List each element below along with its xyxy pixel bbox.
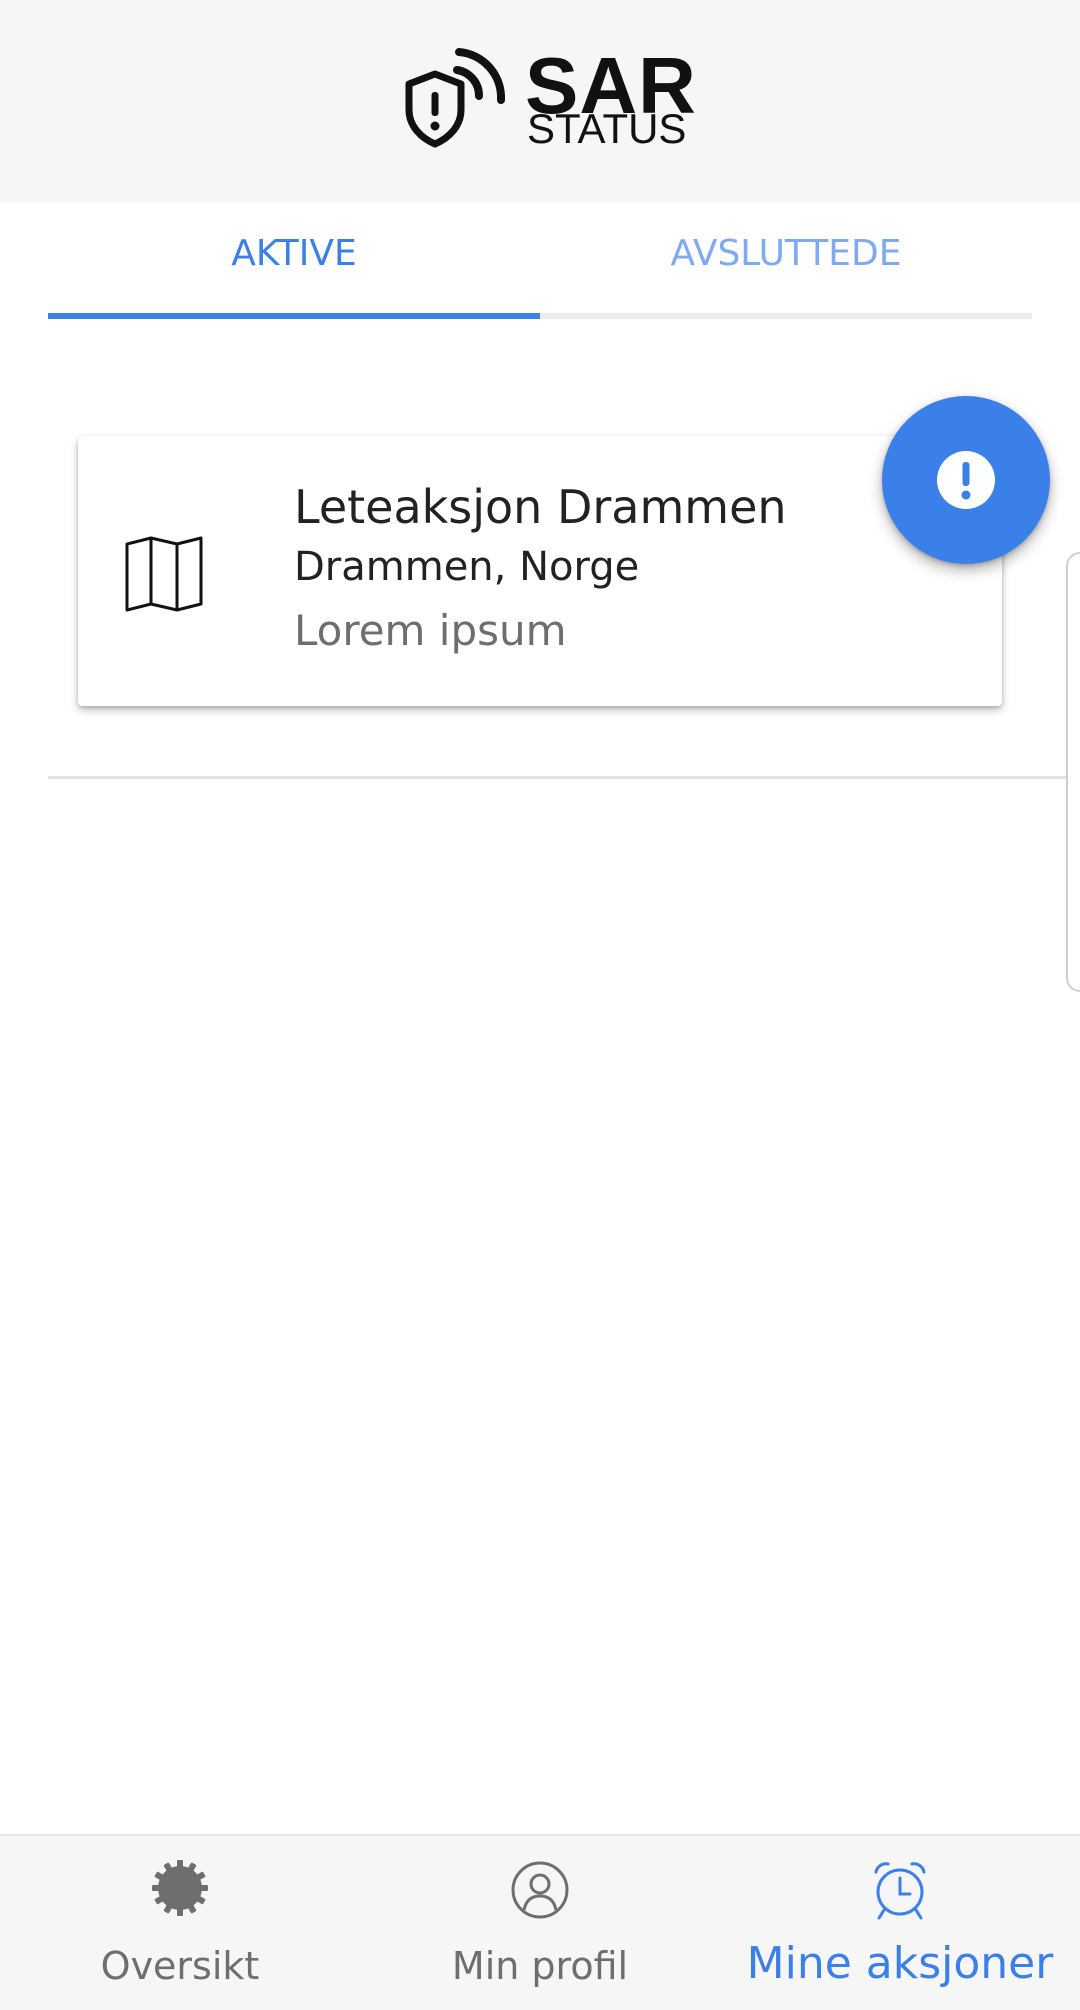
nav-label-mine-aksjoner: Mine aksjoner <box>746 1938 1054 1989</box>
profile-icon <box>511 1861 569 1919</box>
nav-item-mine-aksjoner[interactable]: Mine aksjoner <box>720 1836 1080 2010</box>
operation-title: Leteaksjon Drammen <box>294 480 787 534</box>
tab-bar: AKTIVE AVSLUTTEDE <box>0 203 1080 321</box>
gear-icon <box>152 1860 208 1916</box>
nav-item-oversikt[interactable]: Oversikt <box>0 1836 360 2010</box>
list-divider <box>48 776 1080 779</box>
app-logo: SAR STATUS <box>403 40 696 152</box>
operation-location: Drammen, Norge <box>294 544 640 590</box>
nav-label-oversikt: Oversikt <box>100 1944 260 1988</box>
logo-subtitle: STATUS <box>527 105 687 152</box>
operation-card[interactable]: Leteaksjon Drammen Drammen, Norge Lorem … <box>78 436 1002 706</box>
tab-aktive[interactable]: AKTIVE <box>48 203 540 303</box>
tab-avsluttede[interactable]: AVSLUTTEDE <box>540 203 1032 303</box>
side-drawer-handle[interactable] <box>1066 552 1080 992</box>
alert-exclamation-icon <box>937 451 995 509</box>
app-screen: SAR STATUS AKTIVE AVSLUTTEDE Leteaksjon … <box>0 0 1080 2010</box>
nav-label-min-profil: Min profil <box>451 1944 629 1988</box>
alert-fab-button[interactable] <box>882 396 1050 564</box>
active-tab-indicator <box>48 313 540 319</box>
shield-signal-icon <box>405 48 506 148</box>
app-header: SAR STATUS <box>0 0 1080 203</box>
alarm-clock-icon <box>874 1862 926 1920</box>
map-icon <box>125 536 203 612</box>
bottom-navigation: Oversikt Min profil Mine aksjoner <box>0 1834 1080 2010</box>
nav-item-min-profil[interactable]: Min profil <box>360 1836 720 2010</box>
operation-description: Lorem ipsum <box>294 606 567 655</box>
